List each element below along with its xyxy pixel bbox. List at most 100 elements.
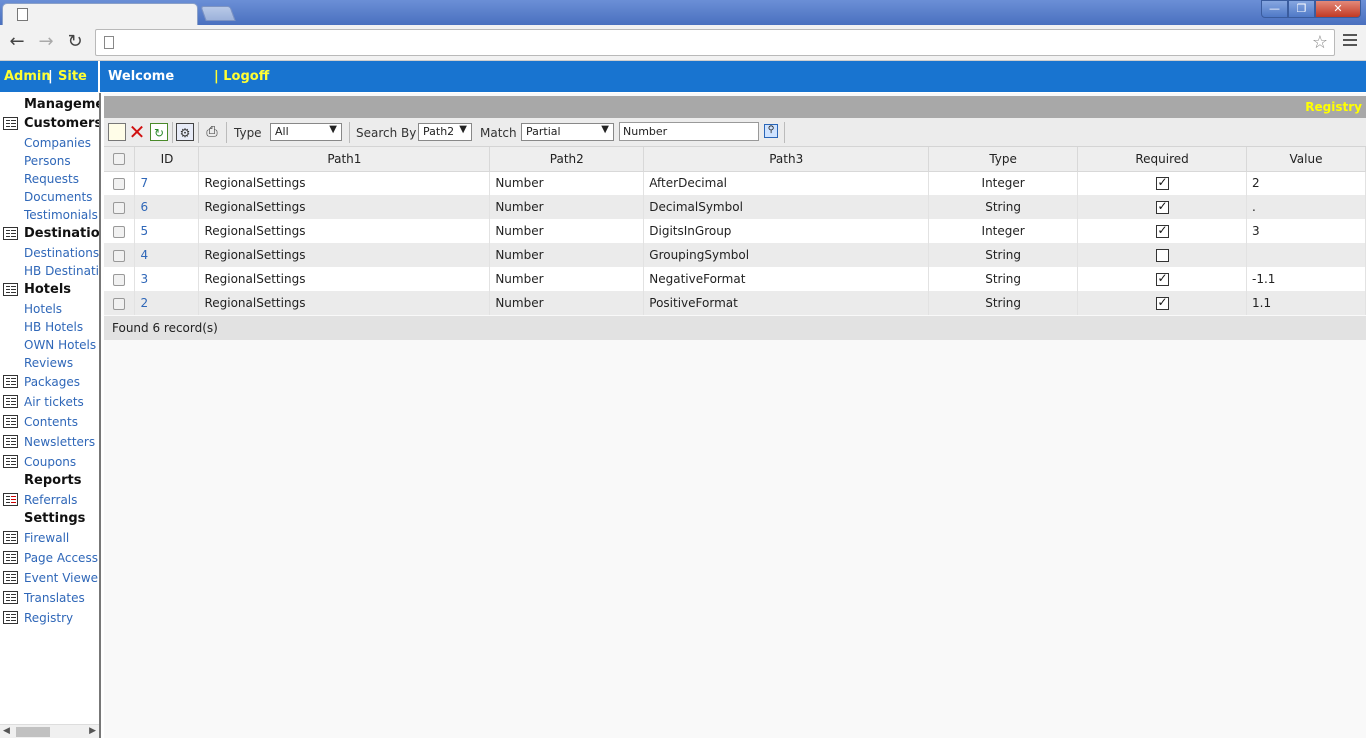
sidebar-item-firewall[interactable]: Firewall [24,531,69,549]
path3-cell: NegativeFormat [643,267,930,291]
forward-arrow-icon[interactable]: → [35,32,57,54]
sidebar-item-persons[interactable]: Persons [24,154,71,172]
sidebar-item-own-hotels[interactable]: OWN Hotels [24,338,96,356]
print-icon[interactable]: ⎙ [203,123,221,141]
address-bar[interactable]: ☆ [95,29,1335,56]
scrollbar-thumb[interactable] [16,727,50,737]
sidebar-horizontal-scrollbar[interactable]: ◀ ▶ [0,724,99,738]
id-cell[interactable]: 2 [134,291,200,315]
row-select-checkbox[interactable] [113,249,126,262]
scroll-left-arrow-icon[interactable]: ◀ [3,726,10,736]
sidebar-item-hb-destinations[interactable]: HB Destinations [24,264,99,282]
column-header-required[interactable]: Required [1077,147,1247,172]
scroll-right-arrow-icon[interactable]: ▶ [89,726,96,736]
column-header-path1[interactable]: Path1 [198,147,491,172]
sidebar-heading-customers[interactable]: Customers [24,116,99,134]
sidebar-item-testimonials[interactable]: Testimonials [24,208,98,226]
search-by-label: Search By [356,126,417,140]
refresh-icon[interactable]: ↻ [150,123,168,141]
type-select[interactable]: All ▼ [270,123,342,141]
row-select-checkbox[interactable] [113,225,126,238]
row-select-checkbox[interactable] [113,177,126,190]
toolbar-divider [198,122,199,143]
sidebar-item-destinations[interactable]: Destinations [24,246,99,264]
row-select-checkbox[interactable] [113,201,126,214]
required-checkbox[interactable] [1155,175,1169,191]
search-by-select[interactable]: Path2 ▼ [418,123,472,141]
sidebar-item-coupons[interactable]: Coupons [24,455,76,473]
row-select-cell[interactable] [104,291,136,315]
registry-table: ID Path1 Path2 Path3 Type Required Value… [104,147,1366,315]
required-checkbox[interactable] [1155,271,1169,286]
match-select[interactable]: Partial ▼ [521,123,614,141]
column-header-type[interactable]: Type [928,147,1079,172]
table-row[interactable]: 4 RegionalSettings Number GroupingSymbol Str… [104,243,1366,267]
site-link[interactable]: Site [58,69,87,84]
sidebar-item-hb-hotels[interactable]: HB Hotels [24,320,83,338]
minimize-button[interactable]: — [1261,0,1288,18]
id-cell[interactable]: 7 [134,171,200,195]
maximize-button[interactable]: ❐ [1288,0,1315,18]
sidebar-item-newsletters[interactable]: Newsletters [24,435,95,453]
column-header-id[interactable]: ID [134,147,200,172]
id-cell[interactable]: 6 [134,195,200,219]
browser-menu-icon[interactable] [1343,34,1357,48]
translates-icon [3,591,18,604]
select-all-checkbox[interactable] [113,153,126,166]
id-cell[interactable]: 4 [134,243,200,267]
sidebar-heading-destinations[interactable]: Destinations [24,226,99,244]
admin-link[interactable]: Admin [4,69,51,84]
row-select-cell[interactable] [104,195,136,219]
table-row[interactable]: 2 RegionalSettings Number PositiveFormat Str… [104,291,1366,315]
search-icon[interactable]: ⚲ [764,124,778,138]
sidebar-item-page-access[interactable]: Page Access [24,551,98,569]
sidebar-heading-hotels[interactable]: Hotels [24,282,71,300]
row-select-cell[interactable] [104,219,136,243]
new-tab-button[interactable] [200,6,236,21]
bookmark-star-icon[interactable]: ☆ [1312,32,1328,53]
sidebar-item-translates[interactable]: Translates [24,591,85,609]
table-row[interactable]: 5 RegionalSettings Number DigitsInGroup Inte… [104,219,1366,243]
table-row[interactable]: 6 RegionalSettings Number DecimalSymbol Stri… [104,195,1366,219]
required-checkbox[interactable] [1155,199,1169,214]
sidebar-item-documents[interactable]: Documents [24,190,92,208]
sidebar-item-packages[interactable]: Packages [24,375,80,393]
required-checkbox[interactable] [1155,295,1169,310]
sidebar-item-event-viewer[interactable]: Event Viewer [24,571,99,589]
row-select-cell[interactable] [104,171,136,195]
id-cell[interactable]: 5 [134,219,200,243]
sidebar: Management Customers Companies Persons R… [0,93,101,738]
delete-icon[interactable]: ✕ [128,122,146,142]
row-select-checkbox[interactable] [113,297,126,310]
row-select-checkbox[interactable] [113,273,126,286]
id-cell[interactable]: 3 [134,267,200,291]
type-cell: Integer [928,171,1079,195]
table-row[interactable]: 3 RegionalSettings Number NegativeFormat Str… [104,267,1366,291]
close-button[interactable]: ✕ [1315,0,1361,18]
sidebar-item-requests[interactable]: Requests [24,172,79,190]
sidebar-item-air-tickets[interactable]: Air tickets [24,395,84,413]
logoff-link[interactable]: | Logoff [214,69,269,84]
sidebar-item-registry[interactable]: Registry [24,611,73,629]
reload-icon[interactable]: ↻ [64,32,86,54]
back-arrow-icon[interactable]: ← [6,32,28,54]
required-cell [1077,291,1247,315]
required-checkbox[interactable] [1155,249,1169,262]
sidebar-item-contents[interactable]: Contents [24,415,78,433]
browser-tab[interactable] [2,3,198,26]
table-row[interactable]: 7 RegionalSettings Number AfterDecimal Integ… [104,171,1366,195]
sidebar-item-reviews[interactable]: Reviews [24,356,73,374]
sidebar-item-companies[interactable]: Companies [24,136,91,154]
row-select-cell[interactable] [104,267,136,291]
settings-gear-icon[interactable]: ⚙ [176,123,194,141]
sidebar-item-hotels[interactable]: Hotels [24,302,62,320]
search-input[interactable]: Number [619,122,759,141]
select-all-header[interactable] [104,147,136,172]
row-select-cell[interactable] [104,243,136,267]
required-checkbox[interactable] [1155,223,1169,238]
column-header-path2[interactable]: Path2 [489,147,645,172]
new-record-icon[interactable] [108,123,126,141]
column-header-path3[interactable]: Path3 [643,147,930,172]
column-header-value[interactable]: Value [1246,147,1366,172]
sidebar-item-referrals[interactable]: Referrals [24,493,77,511]
